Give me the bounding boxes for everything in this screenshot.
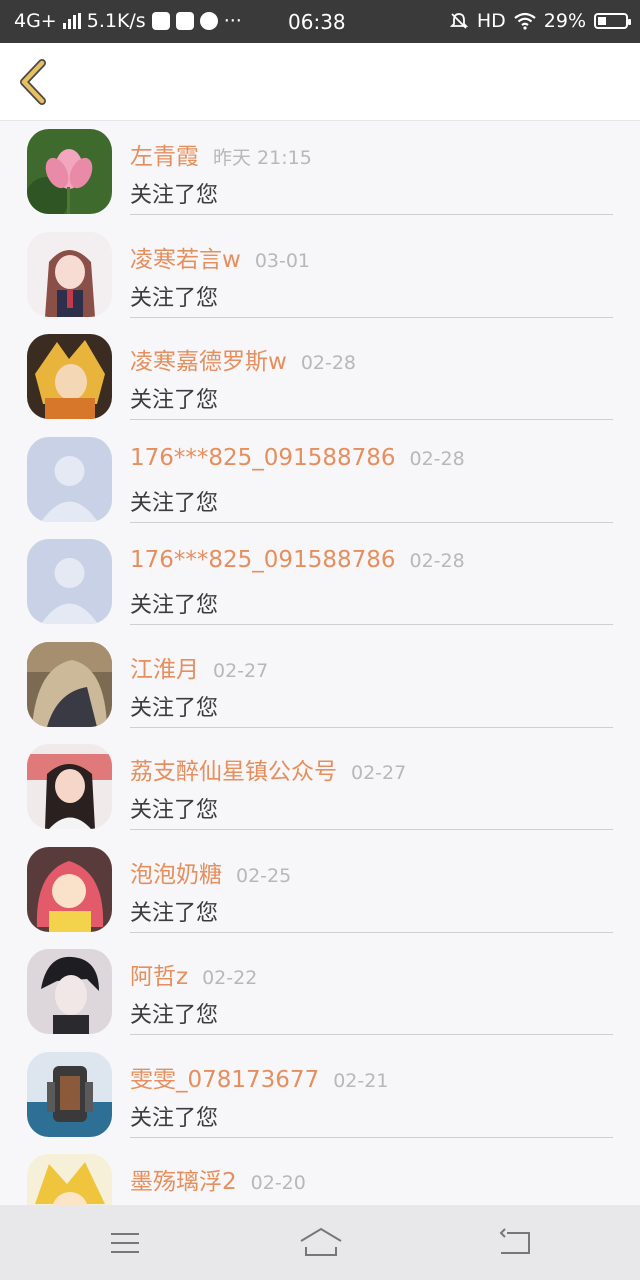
menu-button[interactable] (105, 1223, 145, 1263)
follow-date: 02-27 (213, 659, 269, 682)
signal-icon (62, 13, 81, 29)
avatar[interactable] (27, 231, 112, 317)
follow-message: 关注了您 (130, 285, 219, 311)
follow-message: 关注了您 (130, 593, 219, 618)
follower-name[interactable]: 荔支醉仙星镇公众号 (130, 759, 337, 785)
list-item[interactable]: 荔支醉仙星镇公众号 02-27 关注了您 (0, 736, 640, 839)
follower-name[interactable]: 左青霞 (130, 144, 199, 170)
follower-name[interactable]: 凌寒嘉德罗斯w (130, 349, 287, 375)
system-nav-bar (0, 1205, 640, 1280)
divider (130, 521, 613, 523)
list-item[interactable]: 176***825_091588786 02-28 关注了您 (0, 429, 640, 532)
follower-list[interactable]: 左青霞 昨天 21:15 关注了您 凌寒若言w 03-01 关注了您 凌寒嘉德罗斯w 02-2… (0, 121, 640, 1205)
follower-name[interactable]: 176***825_091588786 (130, 445, 396, 471)
header-bar (0, 43, 640, 121)
list-item[interactable]: 176***825_091588786 02-28 关注了您 (0, 531, 640, 634)
mute-bell-icon (449, 13, 469, 29)
follow-message: 关注了您 (130, 1003, 219, 1028)
follow-message: 关注了您 (130, 388, 219, 413)
divider (130, 419, 613, 420)
follow-date: 02-25 (236, 864, 292, 887)
divider (130, 214, 613, 215)
follow-date: 03-01 (254, 249, 311, 272)
follow-date: 02-28 (409, 550, 465, 572)
follow-message: 关注了您 (130, 900, 219, 926)
list-item[interactable]: 左青霞 昨天 21:15 关注了您 (0, 121, 640, 224)
list-item[interactable]: 雯雯_078173677 02-21 关注了您 (0, 1044, 640, 1147)
speed-label: 5.1K/s (86, 10, 146, 32)
home-button[interactable] (298, 1223, 344, 1263)
return-button[interactable] (495, 1223, 535, 1263)
follow-date: 02-21 (333, 1069, 389, 1092)
menu-icon (111, 1233, 139, 1253)
divider (130, 931, 613, 933)
avatar[interactable] (27, 1051, 112, 1137)
browser-notification-icon (199, 12, 218, 30)
battery-icon (594, 13, 631, 29)
divider (130, 316, 613, 318)
follow-message: 关注了您 (130, 1105, 219, 1131)
follow-message: 关注了您 (130, 490, 219, 516)
network-label: 4G+ (14, 10, 57, 32)
avatar[interactable] (27, 129, 112, 214)
list-item[interactable]: 泡泡奶糖 02-25 关注了您 (0, 839, 640, 942)
avatar[interactable] (27, 641, 112, 727)
avatar[interactable] (27, 744, 112, 829)
avatar[interactable] (27, 949, 112, 1034)
follow-date: 02-27 (351, 762, 407, 784)
divider (130, 726, 613, 728)
list-item[interactable]: 凌寒嘉德罗斯w 02-28 关注了您 (0, 326, 640, 429)
follower-name[interactable]: 泡泡奶糖 (130, 862, 222, 888)
avatar[interactable] (27, 539, 112, 624)
more-dots: ··· (223, 10, 242, 32)
avatar[interactable] (27, 334, 112, 419)
follower-name[interactable]: 雯雯_078173677 (130, 1067, 319, 1093)
status-time: 06:38 (288, 10, 346, 34)
chevron-left-icon (20, 59, 46, 105)
follow-date: 02-28 (300, 352, 357, 374)
follow-message: 关注了您 (130, 798, 219, 823)
follower-name[interactable]: 墨殇璃浮2 (130, 1169, 237, 1195)
follower-name[interactable]: 阿哲z (130, 964, 188, 990)
follow-message: 关注了您 (130, 183, 219, 208)
follow-message: 关注了您 (130, 695, 219, 721)
battery-percent: 29% (543, 10, 586, 32)
divider (130, 1034, 613, 1035)
home-icon (300, 1227, 342, 1256)
follow-date: 02-20 (250, 1172, 306, 1194)
follow-date: 昨天 21:15 (213, 147, 312, 169)
divider (130, 829, 613, 830)
list-item[interactable]: 墨殇璃浮202-20关注了您 (0, 1146, 640, 1205)
list-item[interactable]: 江淮月 02-27 关注了您 (0, 634, 640, 737)
follow-date: 02-28 (409, 447, 465, 470)
divider (130, 1136, 613, 1138)
message-notification-icon (175, 12, 194, 30)
list-item[interactable]: 阿哲z 02-22 关注了您 (0, 941, 640, 1044)
app-notification-icon (151, 12, 170, 30)
follower-name[interactable]: 凌寒若言w (130, 247, 241, 273)
avatar[interactable] (27, 436, 112, 522)
return-icon (499, 1228, 530, 1254)
divider (130, 624, 613, 625)
avatar[interactable] (27, 1154, 112, 1205)
avatar[interactable] (27, 846, 112, 932)
follower-name[interactable]: 江淮月 (130, 657, 199, 683)
hd-label: HD (476, 10, 506, 32)
list-item[interactable]: 凌寒若言w 03-01 关注了您 (0, 224, 640, 327)
follower-name[interactable]: 176***825_091588786 (130, 547, 396, 573)
follow-date: 02-22 (202, 967, 258, 989)
wifi-icon (514, 12, 536, 30)
back-button[interactable] (14, 57, 54, 107)
status-bar: 4G+ 5.1K/s ··· 06:38 HD 29% (0, 0, 640, 43)
